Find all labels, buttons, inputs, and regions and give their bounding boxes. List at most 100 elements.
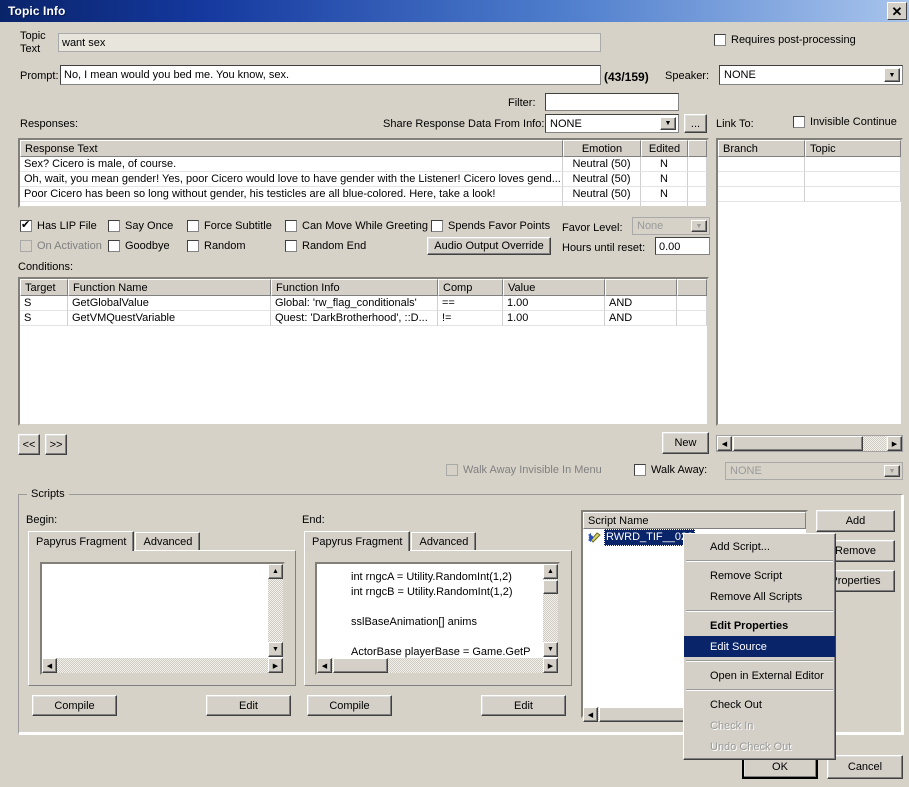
prompt-input[interactable]: No, I mean would you bed me. You know, s… — [60, 65, 601, 85]
scroll-left-icon[interactable]: ◀ — [317, 658, 332, 673]
conditions-col-logic[interactable] — [605, 279, 677, 296]
conditions-table[interactable]: Target Function Name Function Info Comp … — [18, 277, 709, 426]
responses-table[interactable]: Response Text Emotion Edited Sex? Cicero… — [18, 138, 709, 208]
scroll-down-icon[interactable]: ▼ — [268, 642, 283, 657]
script-name-col[interactable]: Script Name — [583, 512, 806, 529]
scroll-right-icon[interactable]: ▶ — [887, 436, 902, 451]
invisible-continue-checkbox[interactable]: Invisible Continue — [793, 116, 897, 128]
chevron-down-icon[interactable]: ▼ — [884, 465, 900, 477]
conditions-col-target[interactable]: Target — [20, 279, 68, 296]
menu-separator — [686, 610, 833, 612]
link-to-table[interactable]: Branch Topic — [716, 138, 903, 426]
menu-item-check-out[interactable]: Check Out — [684, 694, 835, 715]
scroll-right-icon[interactable]: ▶ — [543, 658, 558, 673]
prev-button[interactable]: << — [18, 434, 40, 455]
end-edit-button[interactable]: Edit — [481, 695, 566, 716]
tab-end-advanced[interactable]: Advanced — [411, 532, 477, 551]
link-to-col-branch[interactable]: Branch — [718, 140, 805, 157]
scroll-left-icon[interactable]: ◀ — [42, 658, 57, 673]
menu-item-open-in-external-editor[interactable]: Open in External Editor — [684, 665, 835, 686]
scrollbar-thumb[interactable] — [333, 658, 388, 673]
close-icon[interactable]: ✕ — [887, 2, 907, 20]
scrollbar-track[interactable] — [42, 658, 283, 673]
spends-favor-points-checkbox[interactable]: Spends Favor Points — [431, 220, 550, 232]
random-checkbox[interactable]: Random — [187, 240, 246, 252]
response-spacer — [688, 157, 707, 172]
tab-begin-papyrus-fragment[interactable]: Papyrus Fragment — [28, 531, 135, 551]
table-row-empty[interactable] — [20, 202, 707, 206]
conditions-col-function-info[interactable]: Function Info — [271, 279, 438, 296]
table-row[interactable]: Sex? Cicero is male, of course. Neutral … — [20, 157, 707, 172]
walk-away-invisible-in-menu-checkbox[interactable]: Walk Away Invisible In Menu — [446, 464, 602, 476]
new-condition-button[interactable]: New — [662, 432, 709, 454]
tab-begin-advanced[interactable]: Advanced — [135, 532, 201, 551]
share-response-browse-button[interactable]: ... — [684, 114, 707, 133]
condition-function-info: Quest: 'DarkBrotherhood', ::D... — [271, 311, 438, 326]
walk-away-checkbox[interactable]: Walk Away: — [634, 464, 707, 476]
responses-col-edited[interactable]: Edited — [641, 140, 688, 157]
scroll-up-icon[interactable]: ▲ — [268, 564, 283, 579]
conditions-col-value[interactable]: Value — [503, 279, 605, 296]
conditions-col-comp[interactable]: Comp — [438, 279, 503, 296]
goodbye-checkbox[interactable]: Goodbye — [108, 240, 170, 252]
tab-end-papyrus-fragment[interactable]: Papyrus Fragment — [304, 531, 411, 551]
hours-until-reset-input[interactable]: 0.00 — [655, 237, 710, 255]
menu-item-edit-source[interactable]: Edit Source — [684, 636, 835, 657]
begin-hscrollbar[interactable]: ◀ ▶ — [42, 658, 283, 673]
random-end-checkbox[interactable]: Random End — [285, 240, 366, 252]
table-row[interactable]: S GetGlobalValue Global: 'rw_flag_condit… — [20, 296, 707, 311]
share-response-dropdown[interactable]: NONE ▼ — [545, 114, 679, 133]
favor-level-dropdown[interactable]: None ▼ — [632, 217, 710, 235]
can-move-while-greeting-checkbox[interactable]: Can Move While Greeting — [285, 220, 428, 232]
scroll-down-icon[interactable]: ▼ — [543, 642, 558, 657]
walk-away-dropdown[interactable]: NONE ▼ — [725, 462, 903, 480]
end-hscrollbar[interactable]: ◀ ▶ — [317, 658, 558, 673]
force-subtitle-checkbox[interactable]: Force Subtitle — [187, 220, 272, 232]
scroll-left-icon[interactable]: ◀ — [583, 707, 598, 722]
menu-item-remove-script[interactable]: Remove Script — [684, 565, 835, 586]
menu-item-add-script[interactable]: Add Script... — [684, 536, 835, 557]
scroll-left-icon[interactable]: ◀ — [717, 436, 732, 451]
speaker-dropdown[interactable]: NONE ▼ — [719, 65, 903, 85]
scroll-up-icon[interactable]: ▲ — [543, 564, 558, 579]
responses-col-spacer — [688, 140, 707, 157]
table-row[interactable]: S GetVMQuestVariable Quest: 'DarkBrother… — [20, 311, 707, 326]
scrollbar-thumb[interactable] — [733, 436, 863, 451]
say-once-checkbox[interactable]: Say Once — [108, 220, 173, 232]
requires-post-processing-checkbox[interactable]: Requires post-processing — [714, 34, 856, 46]
end-compile-button[interactable]: Compile — [307, 695, 392, 716]
menu-item-remove-all-scripts[interactable]: Remove All Scripts — [684, 586, 835, 607]
scrollbar-thumb[interactable] — [543, 580, 558, 594]
link-to-col-topic[interactable]: Topic — [805, 140, 901, 157]
conditions-col-function-name[interactable]: Function Name — [68, 279, 271, 296]
end-vscrollbar[interactable]: ▲ ▼ — [543, 564, 558, 657]
scroll-right-icon[interactable]: ▶ — [268, 658, 283, 673]
topic-text-input[interactable]: want sex — [58, 33, 601, 52]
condition-target: S — [20, 296, 68, 311]
chevron-down-icon[interactable]: ▼ — [691, 220, 707, 232]
add-script-button[interactable]: Add — [816, 510, 895, 532]
audio-output-override-button[interactable]: Audio Output Override — [427, 237, 551, 255]
table-row-empty[interactable] — [718, 157, 901, 172]
chevron-down-icon[interactable]: ▼ — [660, 117, 676, 130]
table-row-empty[interactable] — [718, 187, 901, 202]
link-to-hscrollbar[interactable]: ◀ ▶ — [716, 435, 903, 452]
begin-edit-button[interactable]: Edit — [206, 695, 291, 716]
menu-item-edit-properties[interactable]: Edit Properties — [684, 615, 835, 636]
begin-vscrollbar[interactable]: ▲ ▼ — [268, 564, 283, 657]
has-lip-file-checkbox[interactable]: Has LIP File — [20, 218, 97, 232]
cancel-button[interactable]: Cancel — [827, 755, 903, 779]
begin-code-text — [42, 564, 283, 570]
filter-input[interactable] — [545, 93, 679, 111]
on-activation-checkbox[interactable]: On Activation — [20, 240, 102, 252]
table-row[interactable]: Poor Cicero has been so long without gen… — [20, 187, 707, 202]
conditions-col-extra[interactable] — [677, 279, 707, 296]
table-row-empty[interactable] — [718, 172, 901, 187]
responses-col-emotion[interactable]: Emotion — [563, 140, 641, 157]
table-row[interactable]: Oh, wait, you mean gender! Yes, poor Cic… — [20, 172, 707, 187]
responses-col-text[interactable]: Response Text — [20, 140, 563, 157]
begin-compile-button[interactable]: Compile — [32, 695, 117, 716]
script-context-menu[interactable]: Add Script... Remove Script Remove All S… — [683, 533, 836, 760]
chevron-down-icon[interactable]: ▼ — [884, 68, 900, 82]
next-button[interactable]: >> — [45, 434, 67, 455]
